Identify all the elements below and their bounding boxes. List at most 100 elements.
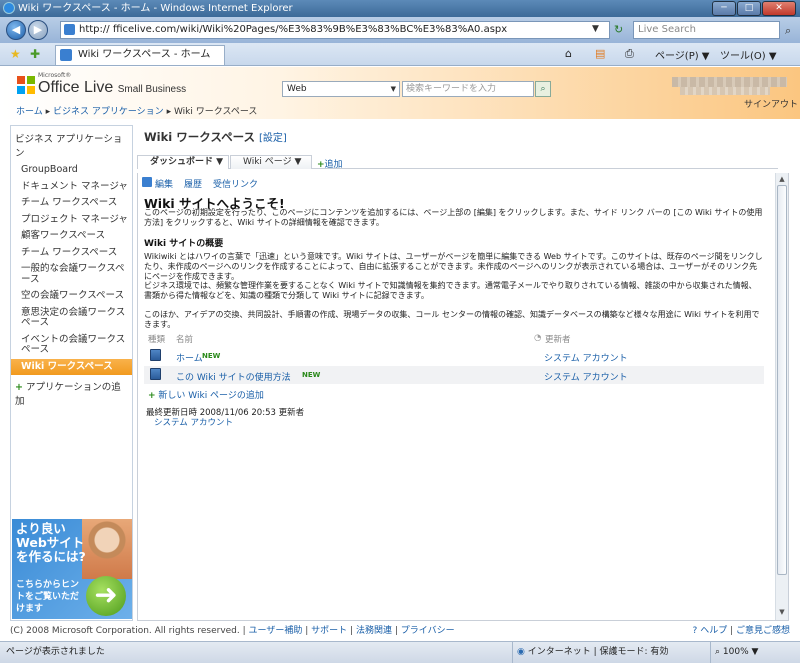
status-message: ページが表示されました xyxy=(6,647,105,657)
col-name[interactable]: 名前 xyxy=(176,333,193,345)
forward-button[interactable]: ▶ xyxy=(28,20,48,40)
breadcrumb-business-apps[interactable]: ビジネス アプリケーション xyxy=(53,107,164,117)
scroll-up-icon[interactable]: ▲ xyxy=(777,174,787,184)
product-name: Office Live Small Business xyxy=(38,79,187,96)
ie-logo-icon xyxy=(3,2,15,14)
sidebar-item-document-manager[interactable]: ドキュメント マネージャ xyxy=(11,179,132,196)
sidebar-item-project-manager[interactable]: プロジェクト マネージャ xyxy=(11,212,132,229)
search-go-icon[interactable]: ⌕ xyxy=(535,81,551,97)
help-links: ? ヘルプ | ご意見ご感想 xyxy=(692,626,790,636)
promo-headline: より良いWebサイトを作るには? xyxy=(16,521,86,564)
search-scope-select[interactable]: Web xyxy=(282,81,400,97)
add-favorites-icon[interactable]: ✚ xyxy=(30,47,40,61)
sidebar-item-event-meeting[interactable]: イベントの会議ワークスペース xyxy=(11,332,132,359)
add-application-link[interactable]: + アプリケーションの追加 xyxy=(11,375,132,411)
security-zone[interactable]: ◉ インターネット | 保護モード: 有効 xyxy=(512,642,692,663)
scroll-thumb[interactable] xyxy=(777,185,787,575)
footer-link-accessibility[interactable]: ユーザー補助 xyxy=(249,626,303,636)
office-logo-icon xyxy=(17,76,35,94)
col-type[interactable]: 種類 xyxy=(148,333,165,345)
zoom-control[interactable]: ⌕ 100% ▼ xyxy=(710,642,800,663)
sidebar-item-team-workspace[interactable]: チーム ワークスペース xyxy=(11,195,132,212)
page-footer: (C) 2008 Microsoft Corporation. All righ… xyxy=(0,621,800,641)
sidebar-item-general-meeting[interactable]: 一般的な会議ワークスペース xyxy=(11,261,132,288)
breadcrumb: ホーム ▸ ビジネス アプリケーション ▸ Wiki ワークスペース xyxy=(16,107,258,117)
sidebar-item-customer-workspace[interactable]: 顧客ワークスペース xyxy=(11,228,132,245)
breadcrumb-home[interactable]: ホーム xyxy=(16,107,43,117)
print-icon[interactable]: ⎙ xyxy=(625,47,634,61)
search-icon[interactable]: ⌕ xyxy=(785,24,791,38)
edit-link[interactable]: 編集 xyxy=(155,177,173,190)
feeds-icon[interactable]: ▤ xyxy=(595,47,605,60)
table-row[interactable]: この Wiki サイトの使用方法 NEW システム アカウント xyxy=(144,366,764,384)
vertical-scrollbar[interactable]: ▲ ▼ xyxy=(775,173,788,620)
signout-link[interactable]: サインアウト xyxy=(744,97,798,110)
row-modified-by-link[interactable]: システム アカウント xyxy=(544,351,628,364)
sidebar-item-decision-meeting[interactable]: 意思決定の会議ワークスペース xyxy=(11,305,132,332)
wiki-page-icon xyxy=(150,349,161,361)
feedback-link[interactable]: ご意見ご感想 xyxy=(736,626,790,636)
copyright-text: (C) 2008 Microsoft Corporation. All righ… xyxy=(10,626,240,636)
url-input[interactable]: http:// fficelive.com/wiki/Wiki%20Pages/… xyxy=(60,21,610,39)
plus-icon: + xyxy=(15,382,23,393)
page-icon xyxy=(64,24,75,35)
site-search-input[interactable]: 検索キーワードを入力 xyxy=(402,81,534,97)
new-wiki-page-link[interactable]: + 新しい Wiki ページの追加 xyxy=(148,388,264,401)
sort-icon: ◔ xyxy=(534,333,542,343)
zoom-icon: ⌕ xyxy=(715,647,721,657)
sidebar-item-team-workspace-2[interactable]: チーム ワークスペース xyxy=(11,245,132,262)
sidebar-item-wiki-workspace[interactable]: Wiki ワークスペース xyxy=(11,358,132,375)
scroll-down-icon[interactable]: ▼ xyxy=(777,607,787,617)
user-name-redacted xyxy=(672,77,787,87)
promo-subtext: こちらからヒントをご覧いただけます xyxy=(16,580,80,614)
tab-page-icon xyxy=(60,49,72,61)
col-modified-by[interactable]: 更新者 xyxy=(545,333,571,345)
back-button[interactable]: ◀ xyxy=(6,20,26,40)
incoming-links-link[interactable]: 受信リンク xyxy=(213,177,258,190)
refresh-icon[interactable]: ↻ xyxy=(614,23,623,36)
table-row[interactable]: ホーム NEW システム アカウント xyxy=(144,347,764,365)
browser-tab-bar: ★ ✚ Wiki ワークスペース - ホーム ⌂ ▤ ⎙ ページ(P) ▼ ツー… xyxy=(0,43,800,66)
close-window-button[interactable]: ✕ xyxy=(762,1,796,16)
globe-icon: ◉ xyxy=(517,647,525,657)
browser-tab[interactable]: Wiki ワークスペース - ホーム xyxy=(55,45,225,65)
footer-link-support[interactable]: サポート xyxy=(311,626,347,636)
main-content: Wiki ワークスペース [設定] ダッシュボード ▼ Wiki ページ ▼ +… xyxy=(137,125,790,621)
workspace-tabs: ダッシュボード ▼ Wiki ページ ▼ +追加 xyxy=(137,155,778,170)
arrow-right-icon[interactable]: ➜ xyxy=(86,576,126,616)
plus-icon: + xyxy=(317,160,325,170)
promo-banner[interactable]: より良いWebサイトを作るには? こちらからヒントをご覧いただけます ➜ xyxy=(12,519,132,619)
settings-link[interactable]: [設定] xyxy=(259,133,287,144)
help-link[interactable]: ヘルプ xyxy=(700,626,727,636)
maximize-button[interactable]: □ xyxy=(737,1,761,16)
last-modified-by-link[interactable]: システム アカウント xyxy=(154,416,233,428)
overview-heading: Wiki サイトの概要 xyxy=(144,239,224,249)
add-tab-link[interactable]: +追加 xyxy=(317,157,343,170)
sidebar-item-groupboard[interactable]: GroupBoard xyxy=(11,162,132,179)
user-email-redacted xyxy=(680,87,770,95)
live-search-input[interactable]: Live Search xyxy=(633,21,780,39)
home-icon[interactable]: ⌂ xyxy=(565,47,572,60)
tools-menu[interactable]: ツール(O) ▼ xyxy=(720,47,777,62)
favorites-star-icon[interactable]: ★ xyxy=(10,47,21,61)
wiki-page-icon xyxy=(150,368,161,380)
window-title-bar: Wiki ワークスペース - ホーム - Windows Internet Ex… xyxy=(0,0,800,17)
new-badge: NEW xyxy=(202,352,221,360)
footer-link-legal[interactable]: 法務関連 xyxy=(356,626,392,636)
row-name-link[interactable]: この Wiki サイトの使用方法 xyxy=(176,370,291,383)
sidebar-item-empty-meeting[interactable]: 空の会議ワークスペース xyxy=(11,288,132,305)
new-badge: NEW xyxy=(302,371,321,379)
tab-dashboard[interactable]: ダッシュボード ▼ xyxy=(137,155,229,169)
minimize-button[interactable]: ─ xyxy=(712,1,736,16)
nav-heading[interactable]: ビジネス アプリケーション xyxy=(11,126,132,162)
history-link[interactable]: 履歴 xyxy=(184,177,202,190)
row-name-link[interactable]: ホーム xyxy=(176,351,203,364)
tab-wiki-pages[interactable]: Wiki ページ ▼ xyxy=(230,155,312,169)
breadcrumb-current: Wiki ワークスペース xyxy=(173,107,258,117)
footer-link-privacy[interactable]: プライバシー xyxy=(401,626,455,636)
row-modified-by-link[interactable]: システム アカウント xyxy=(544,370,628,383)
address-dropdown-icon[interactable]: ▼ xyxy=(592,24,599,34)
page-menu[interactable]: ページ(P) ▼ xyxy=(655,47,710,62)
status-bar: ページが表示されました ◉ インターネット | 保護モード: 有効 ⌕ 100%… xyxy=(0,641,800,663)
overview-paragraph-1: Wikiwiki とはハワイの言葉で「迅速」という意味です。Wiki サイトは、… xyxy=(144,252,763,281)
